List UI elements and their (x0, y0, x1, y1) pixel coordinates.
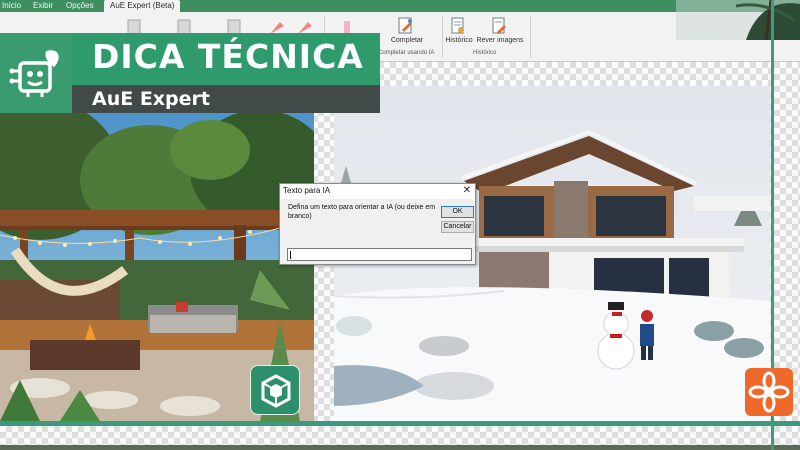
robot-leaf-icon (9, 50, 59, 97)
ribbon-separator (530, 16, 531, 58)
banner-title-box: DICA TÉCNICA (72, 33, 380, 85)
menu-exibir[interactable]: Exibir (33, 0, 53, 12)
review-images-icon (492, 17, 506, 34)
rever-imagens-label: Rever imagens (476, 37, 524, 44)
completar-label: Completar (390, 37, 424, 44)
menu-opcoes[interactable]: Opções (66, 0, 94, 12)
banner-subtitle-box: AuE Expert (72, 85, 380, 113)
flower-logo-svg (748, 371, 790, 413)
banner-subtitle: AuE Expert (92, 88, 210, 110)
background-scene-image (676, 0, 800, 40)
banner-title: DICA TÉCNICA (92, 37, 364, 76)
ai-complete-icon (398, 17, 412, 34)
banner-logo (0, 33, 72, 113)
dialog-title: Texto para IA (283, 186, 331, 195)
ribbon-group-completar: Completar usando IA (378, 50, 435, 56)
menu-inicio[interactable]: Início (2, 0, 21, 12)
ribbon-group-historico: Histórico (473, 50, 497, 56)
dialog-titlebar[interactable]: Texto para IA ✕ (280, 184, 475, 199)
menu-aue-expert[interactable]: AuE Expert (Beta) (104, 0, 181, 12)
ok-button[interactable]: OK (441, 206, 474, 218)
aue-cube-logo-icon (250, 365, 300, 415)
tip-banner: DICA TÉCNICA AuE Expert (0, 33, 380, 113)
dialog-prompt: Defina um texto para orientar a IA (ou d… (288, 204, 436, 220)
ai-prompt-input[interactable] (287, 248, 472, 261)
flower-logo-icon (745, 368, 793, 416)
ai-text-dialog: Texto para IA ✕ Defina um texto para ori… (279, 183, 476, 265)
cancel-button[interactable]: Cancelar (441, 221, 474, 233)
aue-cube-logo-svg (261, 374, 291, 408)
close-icon[interactable]: ✕ (463, 185, 471, 197)
bottom-image-strip (0, 445, 800, 450)
text-caret (290, 251, 291, 259)
history-icon (451, 17, 464, 34)
